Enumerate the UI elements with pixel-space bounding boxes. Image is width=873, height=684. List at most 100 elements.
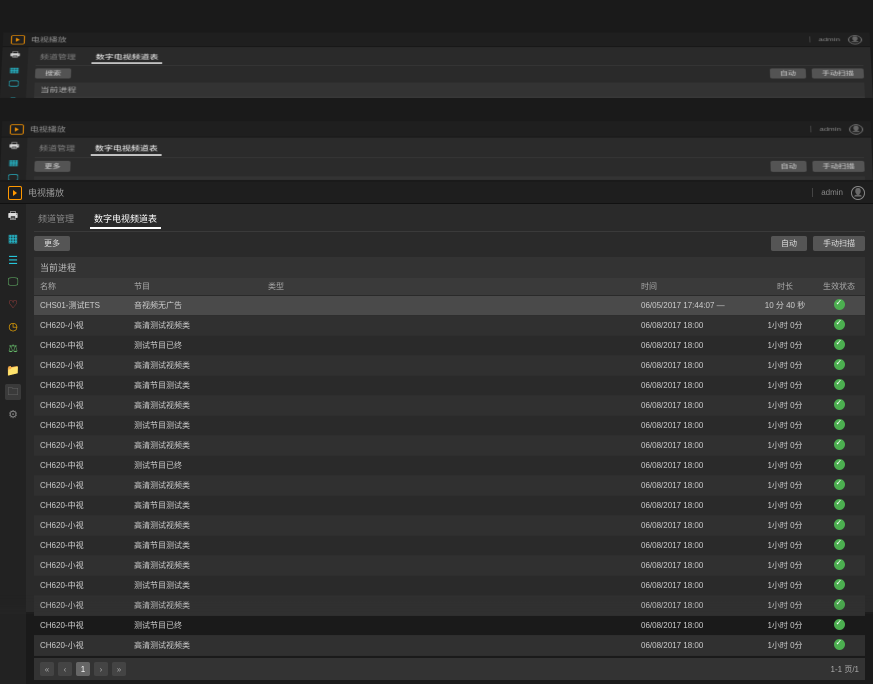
video-icon[interactable]: ▦ [6,64,22,75]
tab-digital-table[interactable]: 数字电视频道表 [91,142,162,156]
cell-status [819,519,859,532]
cell-program: 高清节目测试类 [134,380,264,391]
cell-name: CH620-小视 [40,360,130,371]
status-ok-icon [834,399,845,410]
table-row[interactable]: CH620-中视测试节目测试类06/08/2017 18:001小时 0分 [34,576,865,596]
print-icon[interactable]: 🖶 [7,50,23,61]
cell-time: 06/08/2017 18:00 [641,381,751,390]
manual-button[interactable]: 手动扫描 [813,236,865,251]
cell-status [819,619,859,632]
tab-channel-manage[interactable]: 频道管理 [36,51,80,64]
avatar-icon[interactable] [851,186,865,200]
video-icon[interactable]: ▦ [5,230,21,246]
print-icon[interactable]: 🖶 [6,140,22,152]
cell-duration: 1小时 0分 [755,500,815,511]
heart-icon[interactable]: ♡ [5,296,21,312]
status-ok-icon [834,459,845,470]
monitor-icon[interactable]: 🖵 [5,79,22,90]
pager-prev-icon[interactable]: ‹ [58,662,72,676]
cell-time: 06/08/2017 18:00 [641,621,751,630]
disc-icon[interactable]: ◉ [5,94,22,98]
cell-status [819,579,859,592]
stack-icon[interactable]: ☰ [5,252,21,268]
pager-first-icon[interactable]: « [40,662,54,676]
monitor-icon[interactable]: 🖵 [5,173,21,180]
cell-time: 06/08/2017 18:00 [641,441,751,450]
app-logo-icon [8,186,22,200]
cell-status [819,299,859,312]
cell-program: 高清节目测试类 [134,540,264,551]
avatar-icon[interactable] [848,35,862,44]
tab-digital-table[interactable]: 数字电视频道表 [90,210,161,229]
cell-duration: 1小时 0分 [755,540,815,551]
cell-status [819,639,859,652]
balance-icon[interactable]: ⚖ [5,340,21,356]
cell-status [819,479,859,492]
pager-last-icon[interactable]: » [112,662,126,676]
tab-channel-manage[interactable]: 频道管理 [34,210,78,229]
more-button[interactable]: 更多 [34,236,70,251]
table-row[interactable]: CH620-小视高清测试视频类06/08/2017 18:001小时 0分 [34,316,865,336]
user-label: admin [810,126,841,133]
tab-channel-manage[interactable]: 频道管理 [35,142,79,156]
status-ok-icon [834,559,845,570]
cell-duration: 1小时 0分 [755,400,815,411]
cell-duration: 1小时 0分 [755,580,815,591]
status-ok-icon [834,499,845,510]
table-row[interactable]: CH620-小视高清测试视频类06/08/2017 18:001小时 0分 [34,636,865,656]
table-row[interactable]: CH620-中视测试节目已终06/08/2017 18:001小时 0分 [34,336,865,356]
monitor-icon[interactable]: 🖵 [5,274,21,290]
status-ok-icon [834,359,845,370]
table-row[interactable]: CH620-中视测试节目已终06/08/2017 18:001小时 0分 [34,616,865,636]
table-row[interactable]: CH620-中视测试节目已终06/08/2017 18:001小时 0分 [34,456,865,476]
table-row[interactable]: CH620-小视高清测试视频类06/08/2017 18:001小时 0分 [34,436,865,456]
video-icon[interactable]: ▦ [5,156,21,168]
cell-status [819,319,859,332]
folder-icon[interactable]: 📁 [5,362,21,378]
cell-program: 高清测试视频类 [134,480,264,491]
print-icon[interactable]: 🖶 [5,208,21,224]
section-current: 当前进程 [34,83,865,97]
auto-button[interactable]: 自动 [770,161,806,172]
status-ok-icon [834,379,845,390]
auto-button[interactable]: 自动 [771,236,807,251]
app-logo-icon [10,124,24,134]
search-button[interactable]: 搜索 [35,68,71,78]
toolbar: 更多 自动 手动扫描 [34,158,865,175]
cell-duration: 1小时 0分 [755,460,815,471]
status-ok-icon [834,419,845,430]
cell-duration: 1小时 0分 [755,560,815,571]
table-row[interactable]: CHS01-测试ETS音视频无广告06/05/2017 17:44:07 —10… [34,296,865,316]
toolbar: 搜索 自动 手动扫描 [35,66,864,81]
auto-button[interactable]: 自动 [770,68,806,78]
app-logo-icon [11,35,25,44]
table-row[interactable]: CH620-小视高清测试视频类06/08/2017 18:001小时 0分 [34,516,865,536]
gear-icon[interactable]: ⚙ [5,406,21,422]
cell-name: CH620-中视 [40,620,130,631]
avatar-icon[interactable] [849,124,863,134]
folder2-icon[interactable]: 🗀 [5,384,21,400]
cell-time: 06/08/2017 18:00 [641,321,751,330]
tab-digital-table[interactable]: 数字电视频道表 [91,51,162,64]
manual-button[interactable]: 手动扫描 [812,161,864,172]
table-row[interactable]: CH620-中视测试节目测试类06/08/2017 18:001小时 0分 [34,416,865,436]
col-duration: 时长 [755,281,815,292]
table-row[interactable]: CH620-中视高清节目测试类06/08/2017 18:001小时 0分 [34,376,865,396]
table-row[interactable]: CH620-中视高清节目测试类06/08/2017 18:001小时 0分 [34,536,865,556]
cell-duration: 1小时 0分 [755,440,815,451]
pager-next-icon[interactable]: › [94,662,108,676]
reflection [0,594,873,614]
table-row[interactable]: CH620-中视高清节目测试类06/08/2017 18:001小时 0分 [34,496,865,516]
table-header: 名称 节目 类型 时间 时长 生效状态 [34,278,865,296]
clock-icon[interactable]: ◷ [5,318,21,334]
cell-name: CH620-小视 [40,400,130,411]
table-row[interactable]: CH620-小视高清测试视频类06/08/2017 18:001小时 0分 [34,396,865,416]
pager-page[interactable]: 1 [76,662,90,676]
more-button[interactable]: 更多 [34,161,70,172]
table-row[interactable]: CH620-小视高清测试视频类06/08/2017 18:001小时 0分 [34,476,865,496]
manual-button[interactable]: 手动扫描 [812,68,864,78]
sidebar: 🖶 ▦ 🖵 ◉ [0,47,29,98]
table-row[interactable]: CH620-小视高清测试视频类06/08/2017 18:001小时 0分 [34,356,865,376]
table-row[interactable]: CH620-小视高清测试视频类06/08/2017 18:001小时 0分 [34,556,865,576]
cell-time: 06/08/2017 18:00 [641,541,751,550]
